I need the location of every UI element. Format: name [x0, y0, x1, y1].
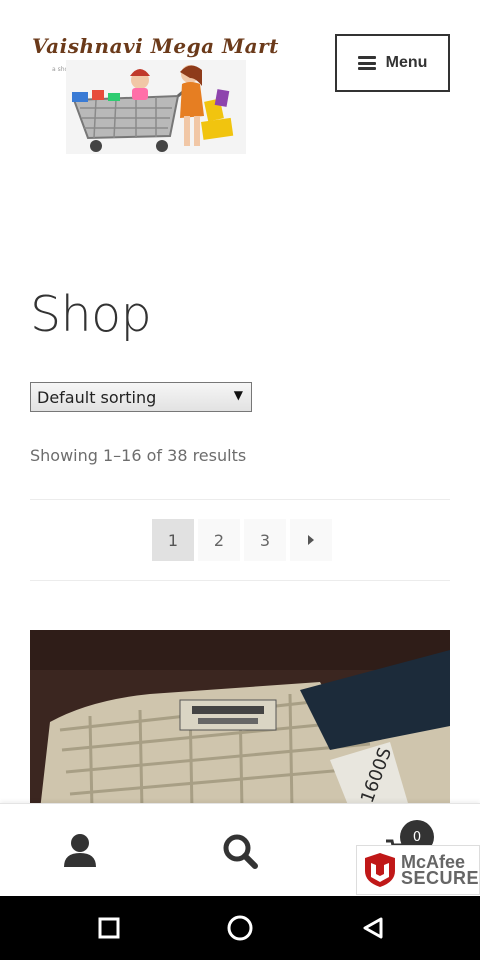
- shopping-cart-illustration: [66, 60, 246, 154]
- mcafee-secure-badge[interactable]: McAfee SECURE: [356, 845, 480, 895]
- menu-label: Menu: [385, 54, 428, 71]
- hamburger-icon: [357, 56, 376, 70]
- user-icon: [64, 833, 96, 867]
- home-icon: [227, 915, 253, 941]
- search-link[interactable]: [160, 804, 320, 897]
- page-2-link[interactable]: 2: [198, 519, 240, 561]
- my-account-link[interactable]: [0, 804, 160, 897]
- product-photo: 1600S: [30, 630, 450, 810]
- page-1-current: 1: [152, 519, 194, 561]
- mcafee-shield-icon: [364, 853, 395, 887]
- back-icon: [363, 917, 383, 939]
- back-button[interactable]: [293, 896, 453, 960]
- search-icon: [223, 834, 258, 869]
- divider: [30, 580, 450, 581]
- result-count: Showing 1–16 of 38 results: [30, 446, 247, 465]
- next-page-link[interactable]: [290, 519, 332, 561]
- page-title: Shop: [30, 286, 152, 343]
- recents-icon: [98, 917, 120, 939]
- android-navigation-bar: [0, 896, 480, 960]
- sorting-selected-value: Default sorting: [37, 387, 157, 407]
- divider: [30, 499, 450, 500]
- page-3-link[interactable]: 3: [244, 519, 286, 561]
- dropdown-arrow-icon: ▼: [233, 388, 243, 402]
- logo-text: Vaishnavi Mega Mart: [32, 34, 279, 58]
- pagination: 1 2 3: [152, 519, 332, 561]
- menu-button[interactable]: Menu: [335, 34, 450, 92]
- mcafee-label: SECURE: [400, 868, 479, 888]
- site-logo[interactable]: Vaishnavi Mega Mart a shopping mart: [30, 32, 312, 154]
- sorting-select[interactable]: Default sorting ▼: [30, 382, 252, 412]
- next-arrow-icon: [308, 535, 314, 545]
- product-image[interactable]: 1600S: [30, 630, 450, 810]
